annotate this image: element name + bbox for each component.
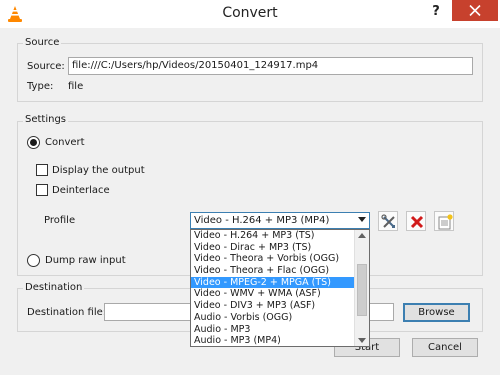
close-icon [469,5,481,16]
new-profile-icon [438,214,453,230]
help-button[interactable]: ? [426,3,446,21]
source-group-label: Source [23,37,62,48]
deinterlace-checkbox[interactable] [36,184,48,196]
profile-option[interactable]: Video - WMV + WMA (ASF) [191,288,355,300]
profile-option[interactable]: Video - H.264 + MP3 (TS) [191,230,355,242]
convert-dialog: Convert ? Source Source: file:///C:/User… [0,0,500,375]
type-value: file [68,81,84,92]
profile-option[interactable]: Video - Theora + Flac (OGG) [191,265,355,277]
scroll-down-arrow-icon[interactable] [358,338,366,343]
profile-option[interactable]: Video - MPEG-2 + MPGA (TS) [191,276,355,289]
destination-file-label: Destination file: [27,307,107,318]
dump-raw-radio[interactable] [27,254,40,267]
profile-option[interactable]: Audio - MP3 [191,324,355,336]
chevron-down-icon [358,217,366,222]
profile-selected-value: Video - H.264 + MP3 (MP4) [194,215,330,226]
dropdown-scrollbar[interactable] [354,230,369,346]
scroll-up-arrow-icon[interactable] [358,233,366,238]
wrench-screwdriver-icon [381,214,395,228]
cancel-button[interactable]: Cancel [412,338,478,357]
profile-dropdown-list: Video - H.264 + MP3 (TS) Video - Dirac + … [190,229,370,347]
red-x-delete-icon [410,215,424,229]
window-title: Convert [222,5,278,21]
display-output-checkbox[interactable] [36,164,48,176]
profile-option[interactable]: Video - Theora + Vorbis (OGG) [191,253,355,265]
profile-label: Profile [44,215,76,226]
profile-select[interactable]: Video - H.264 + MP3 (MP4) [190,212,370,229]
settings-group-label: Settings [23,114,69,125]
source-label: Source: [27,61,65,72]
profile-option[interactable]: Video - DIV3 + MP3 (ASF) [191,300,355,312]
scrollbar-thumb[interactable] [357,264,367,316]
destination-group-label: Destination [23,282,85,293]
edit-profile-button[interactable] [378,211,398,231]
display-output-label: Display the output [52,165,145,176]
title-bar: Convert ? [0,0,500,28]
new-profile-button[interactable] [434,211,454,231]
delete-profile-button[interactable] [406,211,426,231]
profile-option[interactable]: Audio - MP3 (MP4) [191,335,355,346]
dump-raw-label: Dump raw input [45,255,126,266]
profile-options: Video - H.264 + MP3 (TS) Video - Dirac + … [191,230,355,346]
type-label: Type: [27,81,54,92]
convert-radio[interactable] [27,136,40,149]
browse-button[interactable]: Browse [403,303,470,322]
profile-option[interactable]: Video - Dirac + MP3 (TS) [191,242,355,254]
source-field[interactable]: file:///C:/Users/hp/Videos/20150401_1249… [68,57,473,75]
convert-radio-label: Convert [45,137,85,148]
deinterlace-label: Deinterlace [52,185,110,196]
profile-option[interactable]: Audio - Vorbis (OGG) [191,312,355,324]
close-button[interactable] [452,0,498,21]
